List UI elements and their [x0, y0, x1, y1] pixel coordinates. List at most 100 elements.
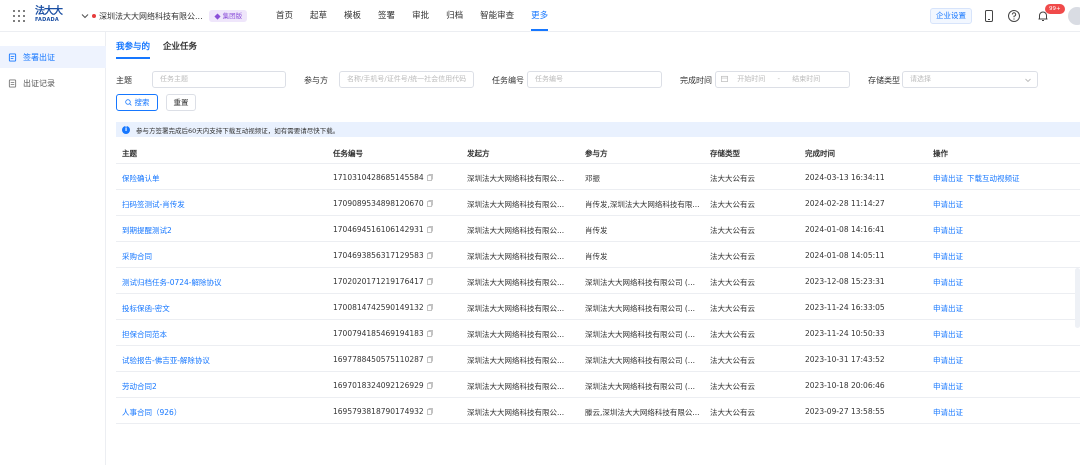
- table-row: 担保合同范本 1700794185469194183 深圳法大大网络科技有限公.…: [116, 320, 1080, 346]
- row-complete-time: 2024-01-08 14:05:11: [805, 251, 885, 260]
- row-subject-link[interactable]: 劳动合同2: [122, 381, 157, 392]
- storage-type-placeholder: 请选择: [910, 75, 931, 83]
- nav-more[interactable]: 更多: [531, 0, 549, 32]
- copy-icon[interactable]: [426, 226, 433, 233]
- apply-certificate-link[interactable]: 申请出证: [933, 329, 963, 340]
- nav-template[interactable]: 模板: [344, 0, 361, 32]
- task-no-text: 1702020171219176417: [333, 277, 424, 286]
- avatar[interactable]: [1068, 7, 1080, 25]
- row-subject-link[interactable]: 担保合同范本: [122, 329, 167, 340]
- complete-time-range-input[interactable]: 开始时间 - 结束时间: [715, 71, 850, 88]
- enterprise-settings-button[interactable]: 企业设置: [930, 8, 972, 24]
- apply-certificate-link[interactable]: 申请出证: [933, 407, 963, 418]
- row-initiator: 深圳法大大网络科技有限公...: [467, 174, 565, 183]
- table-row: 扫码签测试-肖传发 1709089534898120670 深圳法大大网络科技有…: [116, 190, 1080, 216]
- col-actions: 操作: [933, 149, 948, 158]
- row-storage-type: 法大大公有云: [710, 200, 755, 209]
- nav-approval[interactable]: 审批: [412, 0, 429, 32]
- row-storage-type: 法大大公有云: [710, 174, 755, 183]
- row-task-no: 1700814742590149132: [333, 303, 433, 312]
- nav-draft[interactable]: 起草: [310, 0, 327, 32]
- nav-sign[interactable]: 签署: [378, 0, 395, 32]
- row-task-no: 1710310428685145584: [333, 173, 433, 182]
- col-participant: 参与方: [585, 149, 608, 158]
- row-subject-link[interactable]: 保险确认单: [122, 173, 160, 184]
- end-time-placeholder: 结束时间: [792, 75, 821, 83]
- apply-certificate-link[interactable]: 申请出证: [933, 277, 963, 288]
- copy-icon[interactable]: [426, 382, 433, 389]
- nav-smart-review[interactable]: 智能审查: [480, 0, 514, 32]
- app-grid-icon[interactable]: [13, 10, 25, 22]
- row-subject-link[interactable]: 测试归档任务-0724-解除协议: [122, 277, 222, 288]
- nav-home[interactable]: 首页: [276, 0, 293, 32]
- row-participant: 深圳法大大网络科技有限公司 (...: [585, 382, 695, 391]
- row-initiator: 深圳法大大网络科技有限公...: [467, 304, 565, 313]
- table-row: 人事合同（926） 1695793818790174932 深圳法大大网络科技有…: [116, 398, 1080, 424]
- participant-input[interactable]: 名称/手机号/证件号/统一社会信用代码: [339, 71, 474, 88]
- copy-icon[interactable]: [426, 330, 433, 337]
- copy-icon[interactable]: [426, 174, 433, 181]
- copy-icon[interactable]: [426, 408, 433, 415]
- row-initiator: 深圳法大大网络科技有限公...: [467, 278, 565, 287]
- copy-icon[interactable]: [426, 304, 433, 311]
- tab-enterprise-tasks[interactable]: 企业任务: [163, 40, 197, 56]
- sidebar: 签署出证 出证记录: [0, 32, 106, 465]
- company-switcher[interactable]: 深圳法大大网络科技有限公... 集团版: [80, 9, 248, 23]
- row-complete-time: 2023-10-31 17:43:52: [805, 355, 885, 364]
- scrollbar-handle[interactable]: [1075, 268, 1080, 328]
- row-task-no: 1702020171219176417: [333, 277, 433, 286]
- copy-icon[interactable]: [426, 200, 433, 207]
- apply-certificate-link[interactable]: 申请出证: [933, 251, 963, 262]
- task-no-text: 1704693856317129583: [333, 251, 424, 260]
- copy-icon[interactable]: [426, 356, 433, 363]
- row-complete-time: 2023-11-24 16:33:05: [805, 303, 885, 312]
- apply-certificate-link[interactable]: 申请出证: [933, 173, 963, 184]
- table-row: 保险确认单 1710310428685145584 深圳法大大网络科技有限公..…: [116, 164, 1080, 190]
- copy-icon[interactable]: [426, 278, 433, 285]
- apply-certificate-link[interactable]: 申请出证: [933, 355, 963, 366]
- row-task-no: 1704694516106142931: [333, 225, 433, 234]
- copy-icon[interactable]: [426, 252, 433, 259]
- task-no-text: 1700794185469194183: [333, 329, 424, 338]
- task-no-text: 1695793818790174932: [333, 407, 424, 416]
- record-icon: [8, 78, 17, 88]
- nav-archive[interactable]: 归档: [446, 0, 463, 32]
- row-complete-time: 2023-09-27 13:58:55: [805, 407, 885, 416]
- subject-input[interactable]: 任务主题: [152, 71, 286, 88]
- reset-button[interactable]: 重置: [166, 94, 196, 111]
- start-time-placeholder: 开始时间: [737, 75, 766, 83]
- download-video-certificate-link[interactable]: 下载互动视频证: [967, 173, 1020, 184]
- storage-type-select[interactable]: 请选择: [902, 71, 1038, 88]
- sidebar-item-certify-records[interactable]: 出证记录: [0, 72, 106, 94]
- row-subject-link[interactable]: 人事合同（926）: [122, 407, 181, 418]
- tab-my-participation[interactable]: 我参与的: [116, 40, 151, 59]
- row-subject-link[interactable]: 到期提醒测试2: [122, 225, 172, 236]
- search-button[interactable]: 搜索: [116, 94, 158, 111]
- apply-certificate-link[interactable]: 申请出证: [933, 225, 963, 236]
- task-no-input[interactable]: 任务编号: [527, 71, 662, 88]
- row-storage-type: 法大大公有云: [710, 356, 755, 365]
- apply-certificate-link[interactable]: 申请出证: [933, 199, 963, 210]
- mobile-icon[interactable]: [982, 9, 996, 23]
- row-subject-link[interactable]: 采购合同: [122, 251, 152, 262]
- row-subject-link[interactable]: 扫码签测试-肖传发: [122, 199, 185, 210]
- row-initiator: 深圳法大大网络科技有限公...: [467, 330, 565, 339]
- subject-label: 主题: [116, 76, 132, 85]
- participant-label: 参与方: [304, 76, 328, 85]
- group-badge-label: 集团版: [222, 12, 243, 20]
- apply-certificate-link[interactable]: 申请出证: [933, 381, 963, 392]
- fadada-logo[interactable]: 法大大 FADADA: [35, 6, 65, 26]
- row-subject-link[interactable]: 投标保函-密文: [122, 303, 170, 314]
- help-icon[interactable]: [1007, 9, 1021, 23]
- storage-type-label: 存储类型: [868, 76, 900, 85]
- col-initiator: 发起方: [467, 149, 490, 158]
- row-participant: 深圳法大大网络科技有限公司 (...: [585, 330, 695, 339]
- row-storage-type: 法大大公有云: [710, 252, 755, 261]
- sidebar-item-sign-certify[interactable]: 签署出证: [0, 46, 106, 68]
- row-initiator: 深圳法大大网络科技有限公...: [467, 226, 565, 235]
- row-complete-time: 2023-11-24 10:50:33: [805, 329, 885, 338]
- info-notice: i 参与方签署完成后60天内支持下载互动视频证，如有需要请尽快下载。: [116, 122, 1080, 137]
- row-subject-link[interactable]: 试验报告-佛吉亚-解除协议: [122, 355, 210, 366]
- apply-certificate-link[interactable]: 申请出证: [933, 303, 963, 314]
- chevron-down-icon: [81, 14, 89, 19]
